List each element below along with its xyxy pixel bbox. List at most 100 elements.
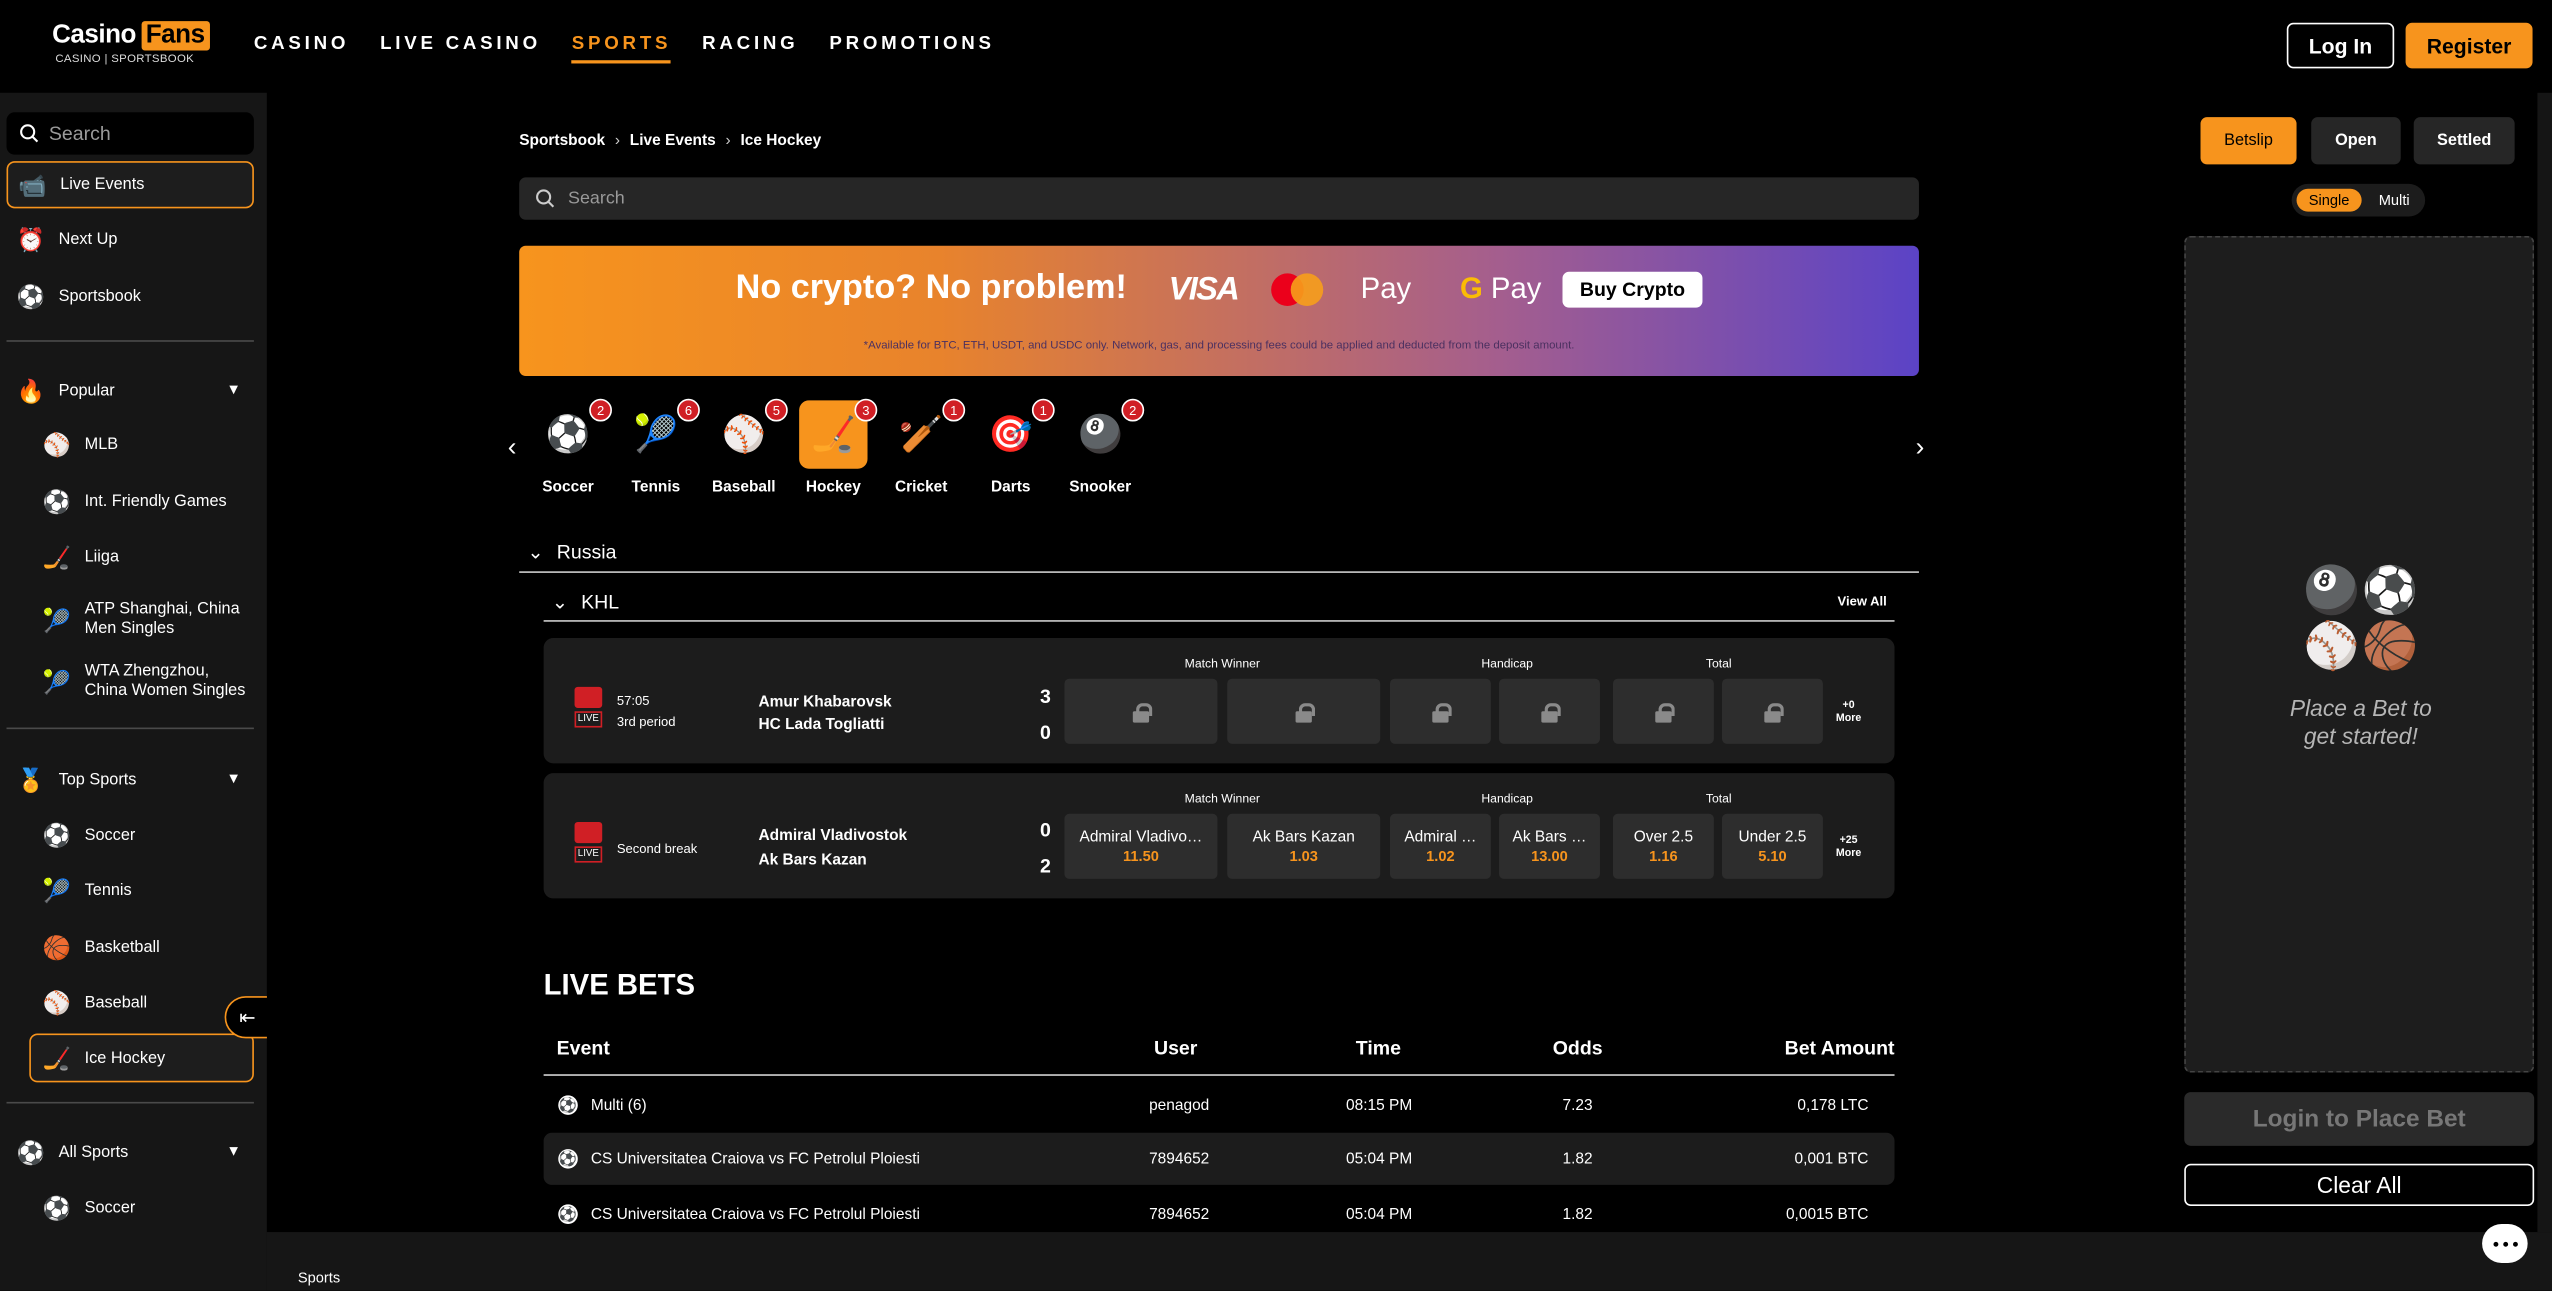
sidebar-item-atp-shanghai[interactable]: 🎾 ATP Shanghai, China Men Singles	[42, 601, 250, 638]
login-button[interactable]: Log In	[2286, 22, 2395, 69]
sport-filter-soccer[interactable]: ⚽ 2 Soccer	[527, 398, 612, 496]
chat-bubble-icon[interactable]	[2482, 1223, 2528, 1264]
tab-settled[interactable]: Settled	[2413, 117, 2515, 165]
sidebar-item-mlb[interactable]: ⚾ MLB	[42, 430, 118, 459]
sport-label: Darts	[990, 478, 1031, 497]
sidebar-item-wta-zhengzhou[interactable]: 🎾 WTA Zhengzhou, China Women Singles	[42, 662, 250, 699]
odds-button[interactable]: Admiral … 1.02	[1389, 813, 1491, 879]
odds-button[interactable]: Admiral Vladivo… 11.50	[1064, 813, 1218, 879]
sidebar-search-input[interactable]: Search	[6, 112, 254, 155]
count-badge: 5	[764, 398, 788, 422]
sport-filter-tennis[interactable]: 🎾 6 Tennis	[615, 398, 700, 496]
more-markets-link[interactable]: +25 More	[1836, 835, 1861, 861]
more-markets-link[interactable]: +0 More	[1836, 700, 1861, 726]
sidebar-item-next-up[interactable]: ⏰ Next Up	[16, 225, 118, 254]
count-badge: 1	[942, 398, 966, 422]
odds-button-locked[interactable]	[1612, 678, 1714, 744]
sidebar-item-baseball[interactable]: ⚾ Baseball	[42, 988, 147, 1017]
more-label: More	[1835, 848, 1862, 860]
sidebar-item-int-friendly[interactable]: ⚽ Int. Friendly Games	[42, 487, 227, 516]
main-search-input[interactable]: Search	[519, 177, 1919, 220]
sport-filter-darts[interactable]: 🎯 1 Darts	[970, 398, 1055, 497]
table-row[interactable]: ⚽ Multi (6) penagod 08:15 PM 7.23 0,178 …	[544, 1079, 1895, 1131]
odds-button[interactable]: Ak Bars Kazan 1.03	[1227, 813, 1381, 879]
page-scrollbar[interactable]	[2537, 92, 2552, 1233]
match-row[interactable]: LIVE 57:05 3rd period Amur Khabarovsk HC…	[543, 638, 1895, 764]
snooker-icon: 🎱	[2303, 564, 2360, 616]
nav-live-casino[interactable]: LIVE CASINO	[380, 34, 541, 63]
odds-button-locked[interactable]	[1389, 678, 1491, 744]
sidebar-item-ice-hockey[interactable]: 🏒 Ice Hockey	[29, 1033, 254, 1083]
col-event: Event	[556, 1036, 610, 1060]
sidebar-section-top-sports[interactable]: 🏅 Top Sports ▼	[16, 765, 254, 794]
sidebar-item-basketball[interactable]: 🏀 Basketball	[42, 933, 160, 962]
baseball-icon: ⚾	[721, 413, 767, 455]
clear-all-button[interactable]: Clear All	[2184, 1163, 2535, 1207]
bet-event: Multi (6)	[590, 1097, 647, 1115]
soccer-icon: ⚽	[558, 1149, 578, 1169]
nav-sports[interactable]: SPORTS	[571, 34, 672, 64]
main-nav: CASINO LIVE CASINO SPORTS RACING PROMOTI…	[254, 34, 995, 64]
collapse-sidebar-button[interactable]: ⇤	[224, 996, 271, 1039]
sidebar-item-tennis[interactable]: 🎾 Tennis	[42, 876, 132, 905]
breadcrumb-live-events[interactable]: Live Events	[630, 132, 716, 150]
odds-button-locked[interactable]	[1499, 678, 1600, 744]
sidebar-item-label: ATP Shanghai, China Men Singles	[84, 600, 240, 638]
sidebar-item-label: Soccer	[84, 826, 136, 844]
lock-icon	[1655, 702, 1675, 722]
odds-button-locked[interactable]	[1064, 678, 1218, 744]
sidebar-item-liiga[interactable]: 🏒 Liiga	[42, 542, 119, 571]
visa-logo: VISA	[1168, 271, 1240, 308]
banner-fine-print: *Available for BTC, ETH, USDT, and USDC …	[863, 340, 1575, 352]
league-header-khl[interactable]: ⌄ KHL	[552, 591, 619, 614]
table-row[interactable]: ⚽ CS Universitatea Craiova vs FC Petrolu…	[543, 1132, 1895, 1185]
sidebar-section-popular[interactable]: 🔥 Popular ▼	[16, 376, 254, 405]
google-g-icon: G	[1459, 271, 1483, 305]
odds-label: Under 2.5	[1738, 828, 1807, 847]
hockey-icon: 🏒	[811, 413, 856, 455]
snooker-icon: 🎱	[1077, 413, 1123, 455]
alarm-clock-icon: ⏰	[16, 226, 46, 253]
tab-open[interactable]: Open	[2311, 117, 2401, 165]
sport-filter-cricket[interactable]: 🏏 1 Cricket	[881, 398, 966, 496]
sidebar-item-soccer[interactable]: ⚽ Soccer	[42, 820, 136, 849]
collapse-arrow-icon: ⇤	[239, 1005, 256, 1029]
login-to-place-bet-button[interactable]: Login to Place Bet	[2184, 1092, 2535, 1146]
odds-button[interactable]: Over 2.5 1.16	[1612, 813, 1714, 879]
odds-button[interactable]: Ak Bars … 13.00	[1499, 813, 1600, 879]
bet-user: 7894652	[1149, 1206, 1210, 1224]
mode-multi[interactable]: Multi	[2370, 189, 2419, 212]
sidebar-item-live-events[interactable]: 📹 Live Events	[6, 161, 254, 209]
sports-prev-arrow[interactable]: ‹	[508, 435, 517, 464]
sport-filter-baseball[interactable]: ⚾ 5 Baseball	[703, 398, 788, 496]
breadcrumb-sportsbook[interactable]: Sportsbook	[519, 132, 605, 150]
odds-button-locked[interactable]	[1227, 678, 1381, 744]
odds-button[interactable]: Under 2.5 5.10	[1722, 813, 1823, 879]
sidebar-section-all-sports[interactable]: ⚽ All Sports ▼	[16, 1138, 254, 1167]
brand-logo[interactable]: Casino Fans CASINO | SPORTSBOOK	[52, 21, 210, 65]
view-all-link[interactable]: View All	[1838, 594, 1887, 609]
region-header-russia[interactable]: ⌄ Russia	[527, 540, 616, 563]
more-count: +25	[1839, 834, 1858, 847]
sports-next-arrow[interactable]: ›	[1916, 435, 1925, 464]
tab-betslip[interactable]: Betslip	[2200, 117, 2297, 165]
sidebar-item-all-soccer[interactable]: ⚽ Soccer	[42, 1193, 136, 1222]
mode-single[interactable]: Single	[2296, 188, 2362, 212]
sport-filter-snooker[interactable]: 🎱 2 Snooker	[1060, 398, 1145, 496]
nav-promotions[interactable]: PROMOTIONS	[829, 34, 994, 63]
odds-label: Admiral Vladivo…	[1079, 828, 1203, 847]
match-row[interactable]: LIVE Second break Admiral Vladivostok Ak…	[543, 773, 1895, 899]
odds-button-locked[interactable]	[1722, 678, 1823, 744]
medal-icon: 🏅	[16, 766, 46, 793]
market-header-total: Total	[1705, 791, 1732, 806]
sport-filter-hockey[interactable]: 🏒 3 Hockey	[793, 398, 878, 496]
darts-icon: 🎯	[988, 413, 1034, 455]
sidebar-item-sportsbook[interactable]: ⚽ Sportsbook	[16, 282, 141, 311]
soccer-icon: ⚽	[42, 1194, 72, 1221]
buy-crypto-button[interactable]: Buy Crypto	[1562, 271, 1703, 308]
nav-racing[interactable]: RACING	[702, 34, 798, 63]
register-button[interactable]: Register	[2405, 22, 2533, 69]
sports-balls-icon: ⚽	[16, 283, 46, 310]
sidebar-item-label: Soccer	[84, 1198, 136, 1217]
nav-casino[interactable]: CASINO	[254, 34, 349, 63]
